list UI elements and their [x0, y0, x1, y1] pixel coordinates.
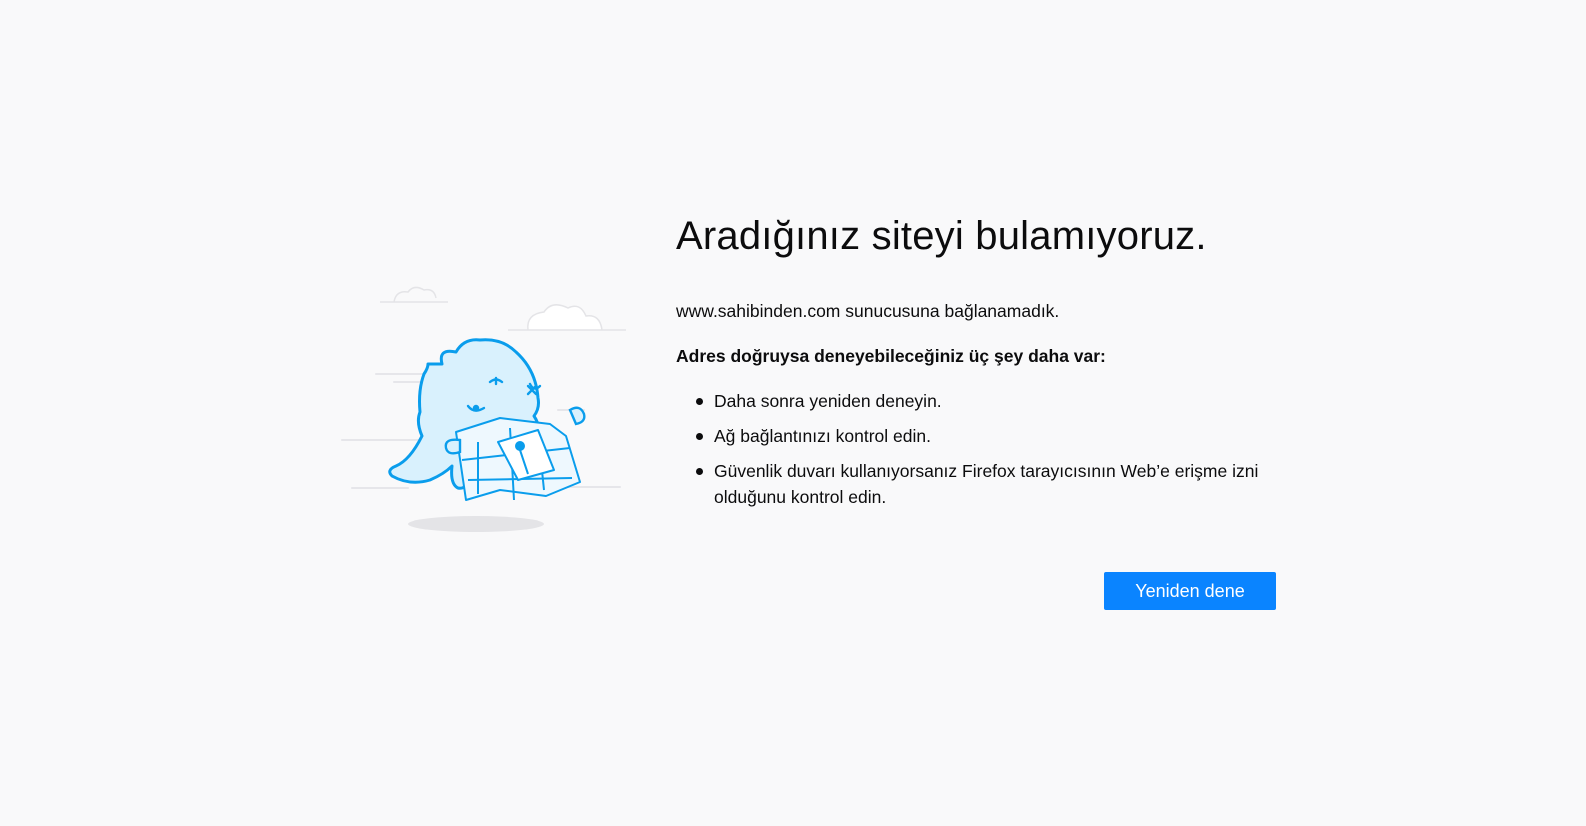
map-icon: [455, 417, 581, 501]
retry-button[interactable]: Yeniden dene: [1104, 572, 1276, 610]
page-title: Aradığınız siteyi bulamıyoruz.: [676, 214, 1207, 258]
error-content: Aradığınız siteyi bulamıyoruz. www.sahib…: [676, 212, 1286, 519]
suggestions-list: Daha sonra yeniden deneyin. Ağ bağlantın…: [676, 388, 1286, 510]
suggestion-item: Güvenlik duvarı kullanıyorsanız Firefox …: [696, 458, 1274, 510]
suggestion-item: Ağ bağlantınızı kontrol edin.: [696, 423, 1274, 449]
shadow: [408, 516, 544, 532]
error-page: Aradığınız siteyi bulamıyoruz. www.sahib…: [0, 0, 1586, 826]
cloud-icon: [380, 286, 626, 331]
suggestion-item: Daha sonra yeniden deneyin.: [696, 388, 1274, 414]
suggestions-heading: Adres doğruysa deneyebileceğiniz üç şey …: [676, 346, 1106, 366]
lost-monster-with-map-icon: [341, 286, 626, 532]
button-row: Yeniden dene: [1104, 572, 1276, 610]
error-description: www.sahibinden.com sunucusuna bağlanamad…: [676, 301, 1060, 321]
